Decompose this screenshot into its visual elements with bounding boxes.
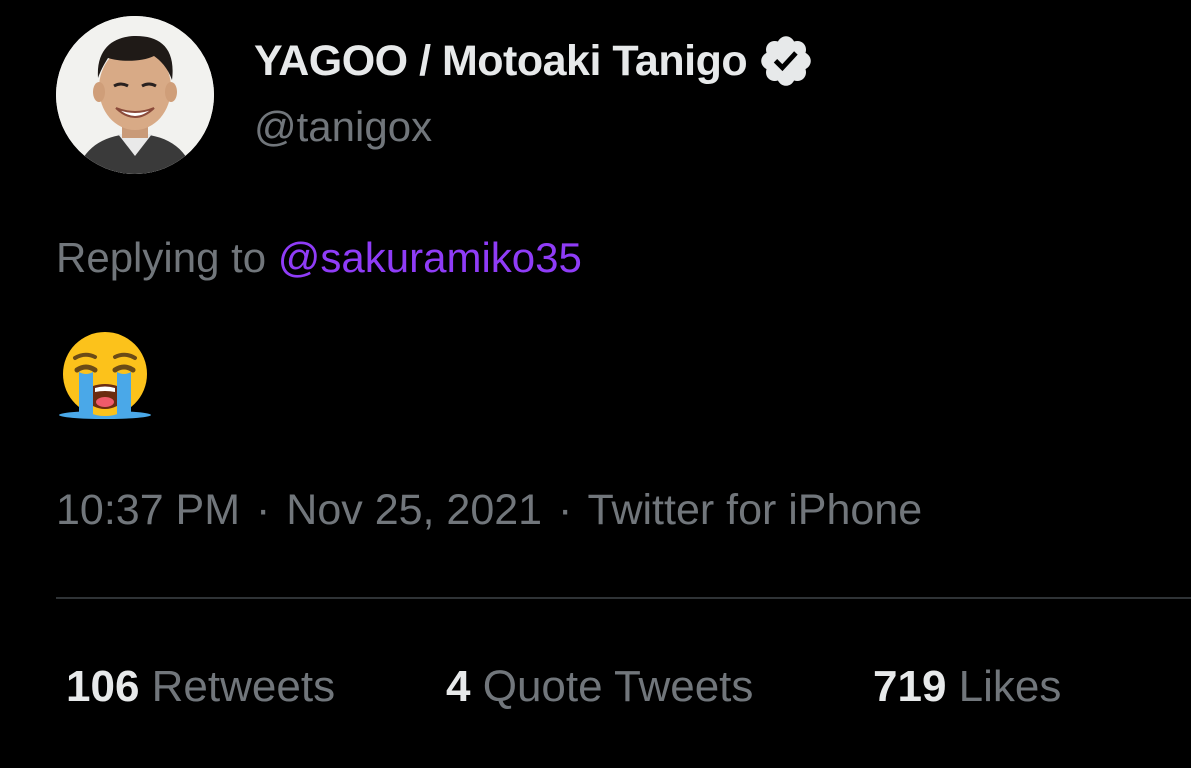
quote-tweets-label: Quote Tweets — [482, 662, 754, 711]
display-name-text: YAGOO / Motoaki Tanigo — [254, 36, 748, 85]
avatar-photo — [56, 16, 214, 174]
meta-separator: · — [558, 486, 573, 534]
loudly-crying-face-icon — [59, 332, 151, 419]
replying-to-line: Replying to @sakuramiko35 — [56, 234, 582, 282]
author-display-name[interactable]: YAGOO / Motoaki Tanigo — [254, 32, 815, 90]
verified-badge-icon — [761, 36, 811, 86]
meta-separator: · — [256, 486, 271, 534]
likes-count: 719 — [873, 662, 947, 711]
tweet-detail: YAGOO / Motoaki Tanigo @tanigox Replying… — [0, 0, 1191, 768]
retweets-label: Retweets — [151, 662, 336, 711]
likes-stat[interactable]: 719 Likes — [873, 662, 1061, 712]
retweets-count: 106 — [66, 662, 140, 711]
quote-tweets-count: 4 — [446, 662, 471, 711]
reply-mention-link[interactable]: @sakuramiko35 — [278, 234, 582, 281]
quote-tweets-stat[interactable]: 4 Quote Tweets — [446, 662, 753, 712]
likes-label: Likes — [958, 662, 1062, 711]
retweets-stat[interactable]: 106 Retweets — [66, 662, 335, 712]
tweet-meta: 10:37 PM · Nov 25, 2021 · Twitter for iP… — [56, 486, 922, 535]
divider — [56, 597, 1191, 599]
tweet-time[interactable]: 10:37 PM — [56, 486, 240, 534]
avatar[interactable] — [56, 16, 214, 174]
author-handle[interactable]: @tanigox — [254, 103, 432, 151]
tweet-source[interactable]: Twitter for iPhone — [588, 486, 923, 534]
replying-to-label: Replying to — [56, 234, 267, 281]
tweet-date[interactable]: Nov 25, 2021 — [286, 486, 542, 534]
